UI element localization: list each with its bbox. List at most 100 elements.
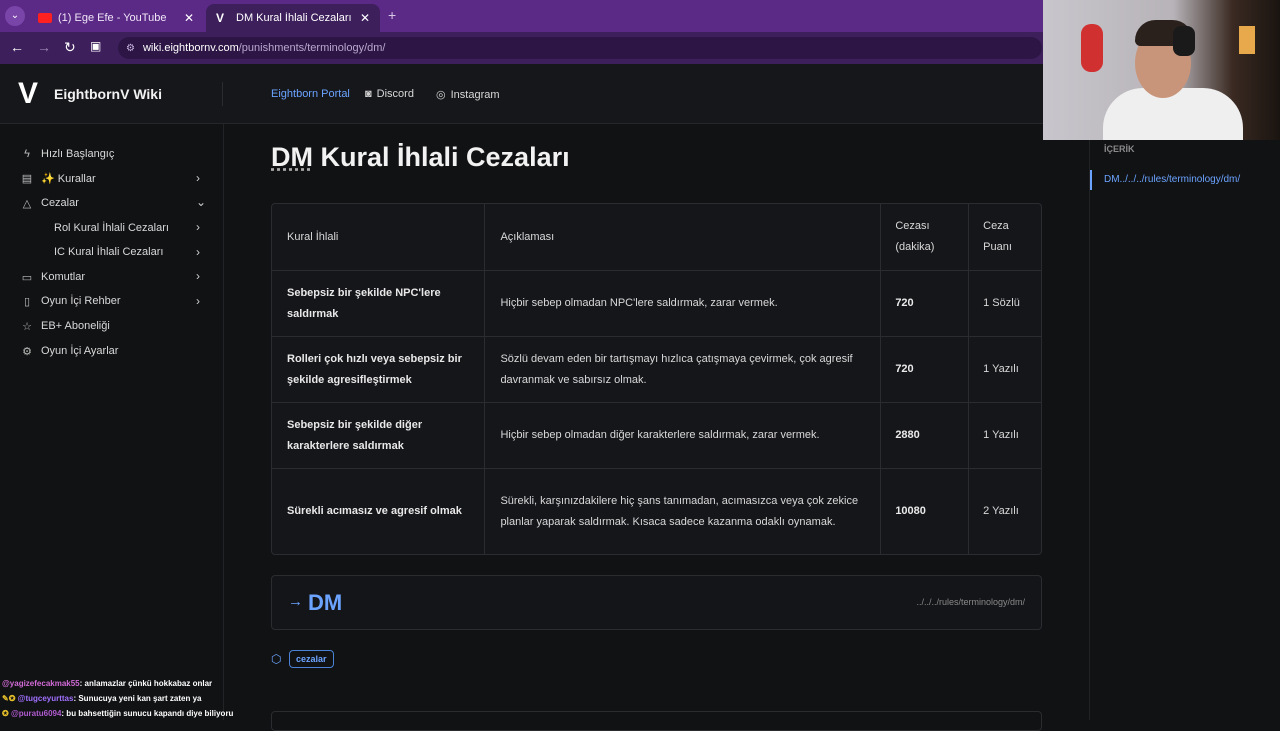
ihlal-cell: Sebepsiz bir şekilde NPC'lere saldırmak — [287, 286, 441, 320]
aciklama-cell: Sözlü devam eden bir tartışmayı hızlıca … — [484, 337, 880, 402]
divider — [222, 82, 223, 106]
badge-icon: ✪ — [2, 709, 11, 718]
sidebar-item-label: EB+ Aboneliği — [41, 320, 110, 332]
close-icon[interactable]: ✕ — [184, 11, 194, 25]
chevron-right-icon[interactable]: › — [196, 171, 200, 185]
puan-cell: 2 Yazılı — [968, 469, 1041, 554]
dm-link-label: DM — [308, 590, 343, 615]
ceza-cell: 720 — [880, 271, 968, 336]
terminal-icon: ▭ — [21, 271, 33, 284]
warning-icon: △ — [22, 197, 32, 210]
bolt-icon: ϟ — [24, 148, 30, 160]
sidebar-item-label: Oyun İçi Rehber — [41, 295, 121, 307]
brand-name[interactable]: EightbornV Wiki — [54, 86, 162, 102]
discord-link[interactable]: ◙ Discord — [365, 88, 414, 100]
santa-figure — [1081, 24, 1103, 72]
table-row: Sebepsiz bir şekilde diğer karakterlere … — [272, 402, 1041, 468]
page-title-dm[interactable]: DM — [271, 142, 313, 172]
table-row: Sebepsiz bir şekilde NPC'lere saldırmak … — [272, 270, 1041, 336]
ihlal-cell: Sebepsiz bir şekilde diğer karakterlere … — [287, 418, 423, 452]
eightborn-v-icon: V — [216, 11, 225, 25]
site-info-icon[interactable]: ⚙ — [126, 43, 135, 54]
page-title-rest: Kural İhlali Cezaları — [313, 142, 570, 172]
chevron-right-icon[interactable]: › — [196, 294, 200, 308]
column-header: Açıklaması — [484, 204, 880, 270]
toc-divider — [1089, 124, 1090, 720]
stream-chat: @yagizefecakmak55: anlamazlar çünkü hokk… — [2, 676, 262, 721]
eightborn-portal-link[interactable]: Eightborn Portal — [271, 88, 350, 100]
sidebar-item-kurallar[interactable]: ▤ ✨ Kurallar — [20, 168, 96, 188]
chat-text: : bu bahsettiğin sunucu kapandı diye bil… — [61, 709, 234, 718]
url-domain: wiki.eightbornv.com — [142, 42, 239, 54]
punishment-table: Kural İhlali Açıklaması Cezası (dakika) … — [271, 203, 1042, 555]
instagram-icon: ◎ — [436, 89, 446, 101]
chat-message: ✪ @puratu6094: bu bahsettiğin sunucu kap… — [2, 706, 262, 721]
sidebar-item-rol-kural[interactable]: Rol Kural İhlali Cezaları — [54, 218, 169, 238]
lamp — [1239, 26, 1255, 54]
headset — [1173, 26, 1195, 56]
reload-icon[interactable]: ↻ — [64, 39, 76, 56]
chat-user: @tugceyurttas — [17, 694, 74, 703]
back-icon[interactable]: ← — [10, 39, 24, 55]
toc-heading: İÇERİK — [1104, 144, 1135, 154]
star-icon: ☆ — [22, 320, 32, 333]
chevron-right-icon[interactable]: › — [196, 220, 200, 234]
ceza-cell: 2880 — [880, 403, 968, 468]
chat-message: ✎✪ @tugceyurttas: Sunucuya yeni kan şart… — [2, 691, 262, 706]
puan-cell: 1 Sözlü — [968, 271, 1041, 336]
table-row: Rolleri çok hızlı veya sebepsiz bir şeki… — [272, 336, 1041, 402]
chat-text: : anlamazlar çünkü hokkabaz onlar — [79, 679, 213, 688]
table-header-row: Kural İhlali Açıklaması Cezası (dakika) … — [272, 204, 1041, 270]
ihlal-cell: Sürekli acımasız ve agresif olmak — [287, 505, 462, 517]
chevron-right-icon[interactable]: › — [196, 269, 200, 283]
column-header: Kural İhlali — [287, 230, 339, 243]
tag-cezalar[interactable]: cezalar — [289, 650, 334, 668]
gear-icon: ⚙ — [22, 345, 32, 358]
tab-search-icon[interactable]: ⌄ — [5, 6, 25, 26]
url-input[interactable]: ⚙ wiki.eightbornv.com/punishments/termin… — [118, 37, 1042, 59]
toc-active-indicator — [1090, 170, 1092, 190]
tab-title: DM Kural İhlali Cezaları — [236, 12, 352, 24]
page-title: DM Kural İhlali Cezaları — [271, 142, 570, 173]
forward-icon[interactable]: → — [37, 39, 51, 55]
sidebar-item-label: IC Kural İhlali Cezaları — [54, 246, 164, 258]
dm-link-card[interactable]: → DM ../../../rules/terminology/dm/ — [271, 575, 1042, 630]
aciklama-cell: Sürekli, karşınızdakilere hiç şans tanım… — [484, 469, 880, 554]
ceza-cell: 720 — [880, 337, 968, 402]
sidebar-item-ic-kural[interactable]: IC Kural İhlali Cezaları — [54, 242, 163, 262]
close-icon[interactable]: ✕ — [360, 11, 370, 25]
sidebar-item-eb-aboneligi[interactable]: ☆ EB+ Aboneliği — [20, 316, 110, 336]
webcam-overlay — [1043, 0, 1280, 140]
streamer-shirt — [1103, 88, 1243, 140]
puan-cell: 1 Yazılı — [968, 403, 1041, 468]
sidebar-item-komutlar[interactable]: ▭ Komutlar — [20, 267, 85, 287]
tag-icon: ⬡ — [271, 652, 282, 666]
sidebar-nav — [0, 124, 224, 720]
sidebar-item-label: Rol Kural İhlali Cezaları — [54, 222, 169, 234]
next-section-box — [271, 711, 1042, 731]
sidebar-item-hizli-baslangic[interactable]: ϟ Hızlı Başlangıç — [20, 144, 114, 164]
tab-dm-kural[interactable]: V DM Kural İhlali Cezaları ✕ — [206, 4, 380, 32]
chat-text: : Sunucuya yeni kan şart zaten ya — [73, 694, 202, 703]
new-tab-icon[interactable]: + — [388, 7, 396, 23]
sidebar-toggle-icon[interactable]: ▣ — [90, 39, 101, 53]
chevron-right-icon[interactable]: › — [196, 245, 200, 259]
ceza-cell: 10080 — [880, 469, 968, 554]
sidebar-item-oyun-ici-ayarlar[interactable]: ⚙ Oyun İçi Ayarlar — [20, 341, 118, 361]
aciklama-cell: Hiçbir sebep olmadan NPC'lere saldırmak,… — [484, 271, 880, 336]
chat-message: @yagizefecakmak55: anlamazlar çünkü hokk… — [2, 676, 262, 691]
sidebar-item-cezalar[interactable]: △ Cezalar — [20, 193, 79, 213]
arrow-right-icon: → — [288, 593, 303, 610]
instagram-link[interactable]: ◎ Instagram — [436, 88, 500, 102]
url-path: /punishments/terminology/dm/ — [238, 42, 386, 54]
sidebar-item-oyun-ici-rehber[interactable]: ▯ Oyun İçi Rehber — [20, 291, 121, 311]
sidebar-item-label: Oyun İçi Ayarlar — [41, 345, 119, 357]
chevron-down-icon[interactable]: ⌄ — [196, 195, 206, 209]
tab-youtube[interactable]: (1) Ege Efe - YouTube ✕ — [28, 4, 204, 32]
toc-link-dm[interactable]: DM../../../rules/terminology/dm/ — [1104, 174, 1240, 185]
tab-title: (1) Ege Efe - YouTube — [58, 12, 167, 24]
discord-label: Discord — [376, 88, 414, 100]
puan-cell: 1 Yazılı — [968, 337, 1041, 402]
logo[interactable]: V — [18, 79, 48, 109]
column-header: Ceza Puanı — [968, 204, 1041, 270]
